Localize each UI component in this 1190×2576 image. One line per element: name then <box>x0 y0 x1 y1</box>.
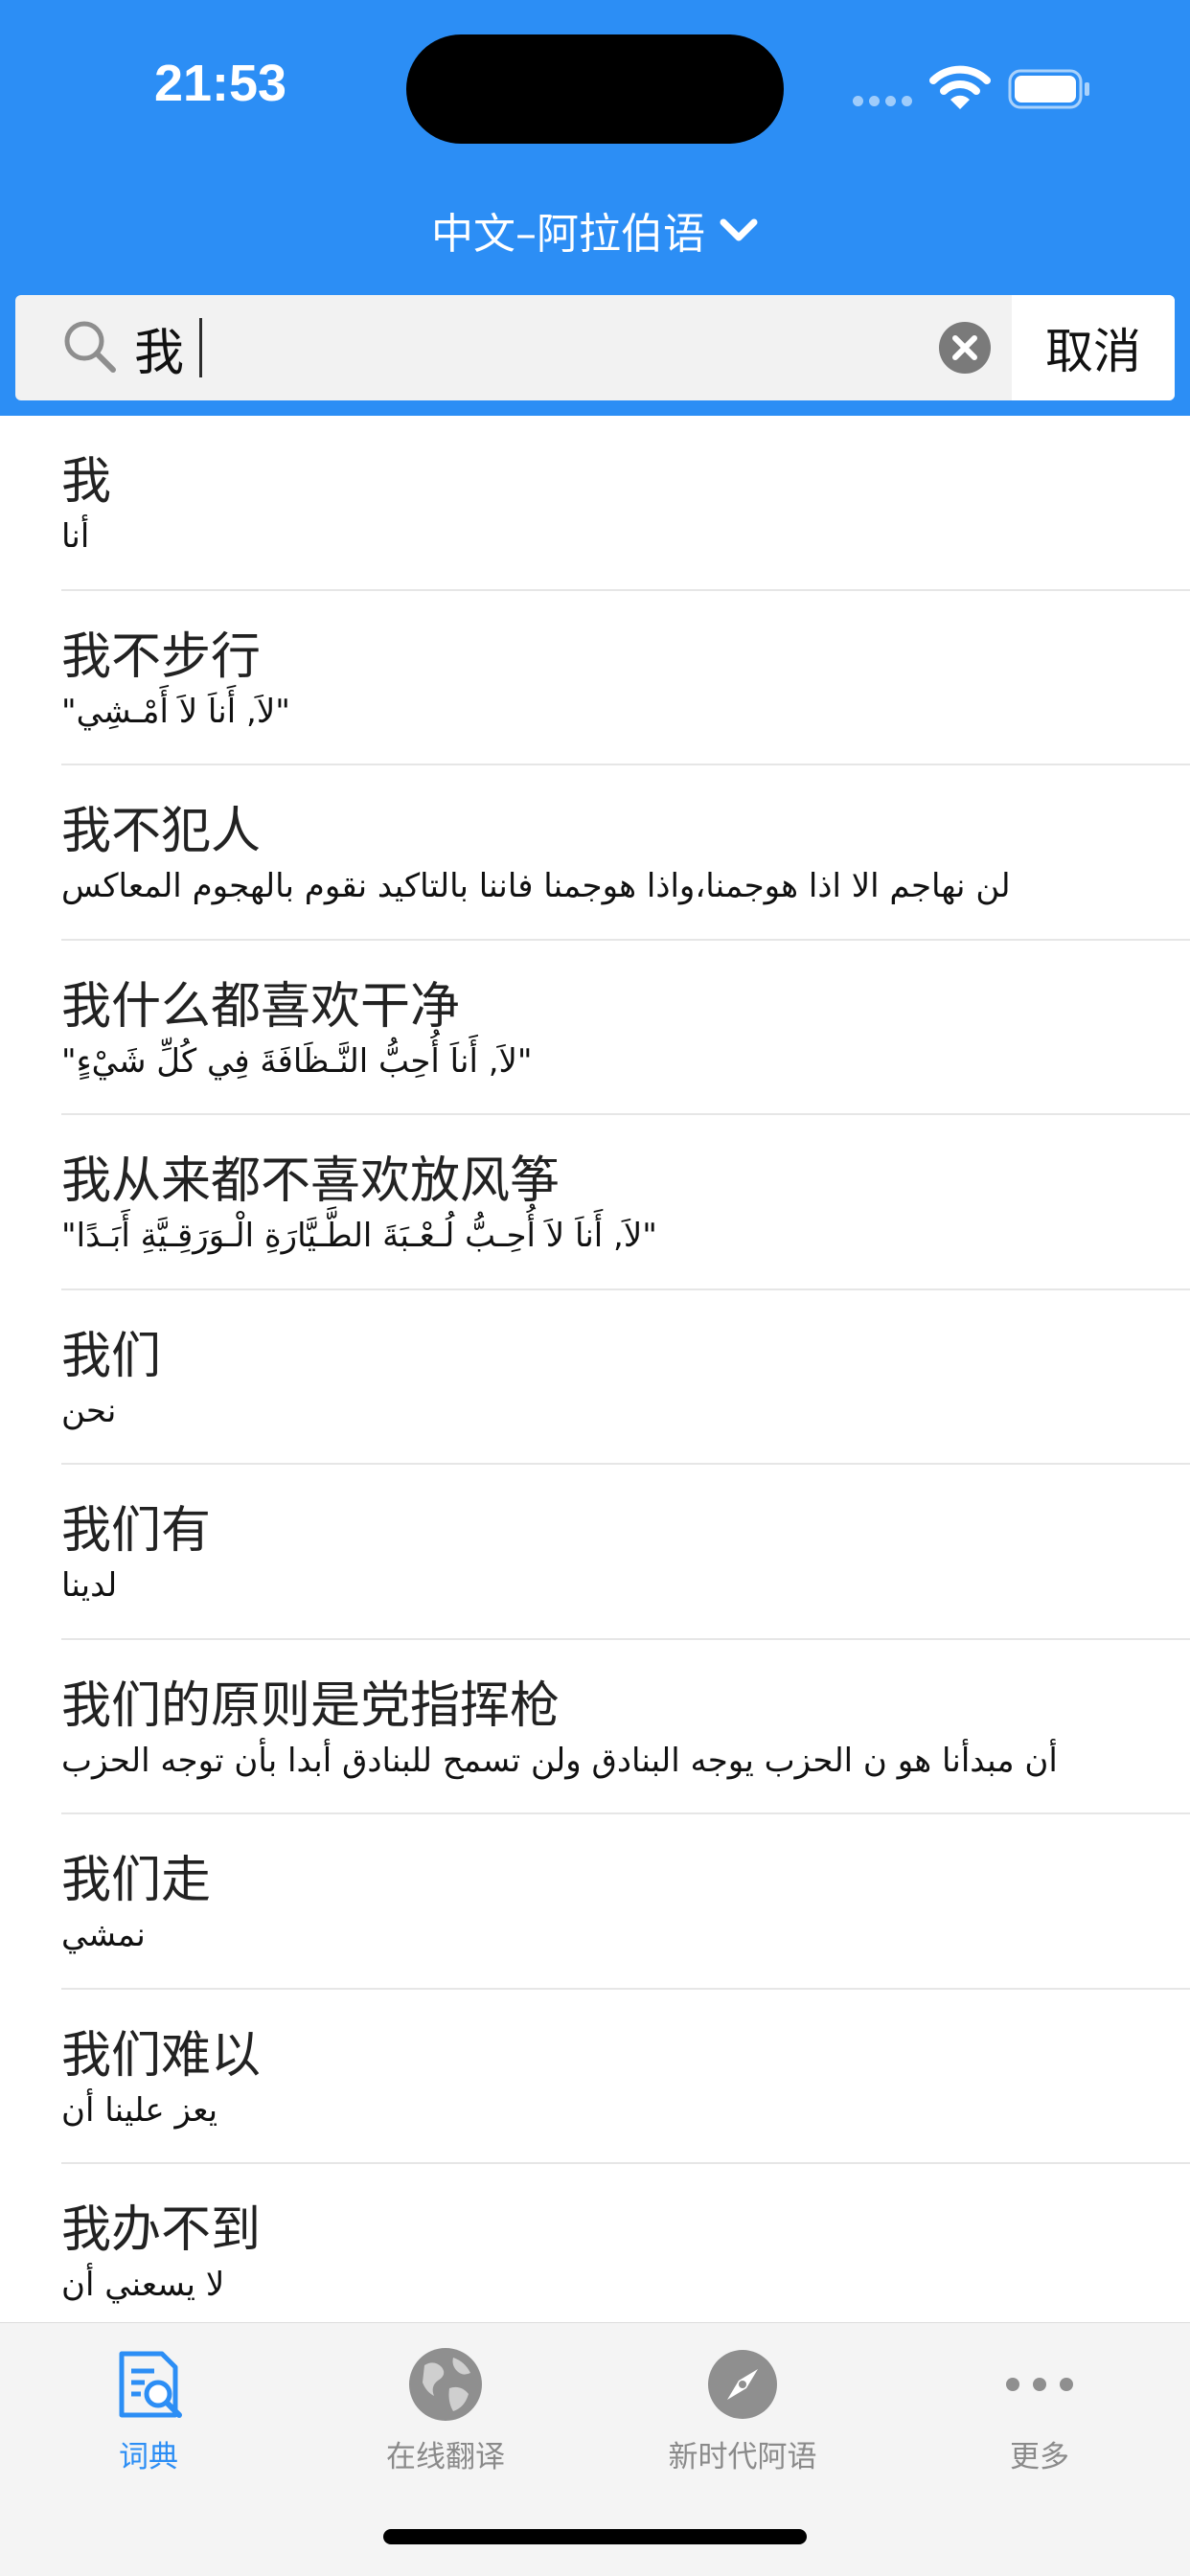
entry-arabic: أن مبدأنا هو ن الحزب يوجه البنادق ولن تس… <box>61 1741 1058 1780</box>
header-bar: 21:53 中文–阿拉伯语 取消 <box>0 0 1190 416</box>
chevron-down-icon <box>720 218 758 241</box>
tab-online-translate[interactable]: 在线翻译 <box>297 2344 594 2497</box>
dictionary-icon <box>119 2351 182 2418</box>
globe-icon <box>409 2348 482 2421</box>
list-item[interactable]: 我们难以 يعز علينا أن <box>0 1990 1190 2164</box>
battery-icon <box>1008 69 1089 109</box>
entry-arabic: أنا <box>61 517 90 556</box>
entry-arabic: لن نهاجم الا اذا هوجمنا،واذا هوجمنا فانن… <box>61 867 1011 905</box>
entry-chinese: 我 <box>61 453 112 511</box>
search-input[interactable] <box>134 316 920 379</box>
entry-chinese: 我不步行 <box>61 627 262 686</box>
list-item[interactable]: 我什么都喜欢干净 "لاَ, أَناَ أُحِبُّ النَّـظَافَ… <box>0 941 1190 1115</box>
entry-arabic: لا يسعني أن <box>61 2266 225 2304</box>
home-indicator <box>383 2529 807 2544</box>
search-icon <box>64 321 116 373</box>
tab-label: 在线翻译 <box>386 2440 505 2474</box>
entry-arabic: "لاَ, أَناَ لاَ أُحِـبُّ لُـعْـبَةَ الطَ… <box>61 1217 657 1255</box>
entry-chinese: 我们 <box>61 1327 162 1385</box>
tab-label: 更多 <box>1010 2440 1069 2474</box>
status-time: 21:53 <box>153 55 287 112</box>
entry-chinese: 我不犯人 <box>61 803 262 860</box>
more-icon <box>1006 2378 1073 2391</box>
entry-arabic: نحن <box>61 1391 117 1430</box>
list-item[interactable]: 我办不到 لا يسعني أن <box>0 2164 1190 2339</box>
result-list: 我 أنا 我不步行 "لاَ, أَناَ لاَ أَمْـشِي" 我不犯… <box>0 416 1190 2339</box>
compass-icon <box>708 2350 777 2419</box>
list-item[interactable]: 我 أنا <box>0 416 1190 591</box>
list-item[interactable]: 我们有 لدينا <box>0 1465 1190 1640</box>
entry-arabic: "لاَ, أَناَ لاَ أَمْـشِي" <box>61 692 290 731</box>
list-item[interactable]: 我从来都不喜欢放风筝 "لاَ, أَناَ لاَ أُحِـبُّ لُـع… <box>0 1115 1190 1290</box>
tab-label: 词典 <box>119 2440 178 2474</box>
clear-icon[interactable] <box>937 320 993 376</box>
tab-label: 新时代阿语 <box>668 2440 817 2474</box>
list-item[interactable]: 我们 نحن <box>0 1290 1190 1465</box>
language-selector-label: 中文–阿拉伯语 <box>431 210 705 259</box>
search-bar: 取消 <box>15 295 1175 400</box>
dynamic-island <box>406 34 784 144</box>
entry-chinese: 我从来都不喜欢放风筝 <box>61 1152 561 1210</box>
entry-chinese: 我们的原则是党指挥枪 <box>61 1676 561 1735</box>
text-caret <box>199 318 202 377</box>
list-item[interactable]: 我们走 نمشي <box>0 1814 1190 1990</box>
list-item[interactable]: 我们的原则是党指挥枪 أن مبدأنا هو ن الحزب يوجه الب… <box>0 1640 1190 1814</box>
cellular-signal-icon <box>853 96 912 106</box>
entry-arabic: نمشي <box>61 1916 146 1954</box>
list-item[interactable]: 我不犯人 لن نهاجم الا اذا هوجمنا،واذا هوجمنا… <box>0 765 1190 941</box>
wifi-icon <box>929 65 991 109</box>
list-item[interactable]: 我不步行 "لاَ, أَناَ لاَ أَمْـشِي" <box>0 591 1190 765</box>
entry-arabic: يعز علينا أن <box>61 2090 218 2130</box>
entry-chinese: 我办不到 <box>61 2201 262 2259</box>
language-selector[interactable]: 中文–阿拉伯语 <box>0 196 1190 263</box>
tab-more[interactable]: 更多 <box>891 2344 1188 2497</box>
entry-chinese: 我们走 <box>61 1852 212 1909</box>
entry-arabic: "لاَ, أَناَ أُحِبُّ النَّـظَافَةَ فِي كُ… <box>61 1041 533 1081</box>
entry-chinese: 我什么都喜欢干净 <box>61 977 461 1036</box>
entry-arabic: لدينا <box>61 1566 118 1605</box>
cancel-button[interactable]: 取消 <box>1012 295 1175 400</box>
entry-chinese: 我们有 <box>61 1502 212 1560</box>
tab-new-era-arabic[interactable]: 新时代阿语 <box>594 2344 891 2497</box>
entry-chinese: 我们难以 <box>61 2026 262 2085</box>
tab-dictionary[interactable]: 词典 <box>0 2344 297 2497</box>
